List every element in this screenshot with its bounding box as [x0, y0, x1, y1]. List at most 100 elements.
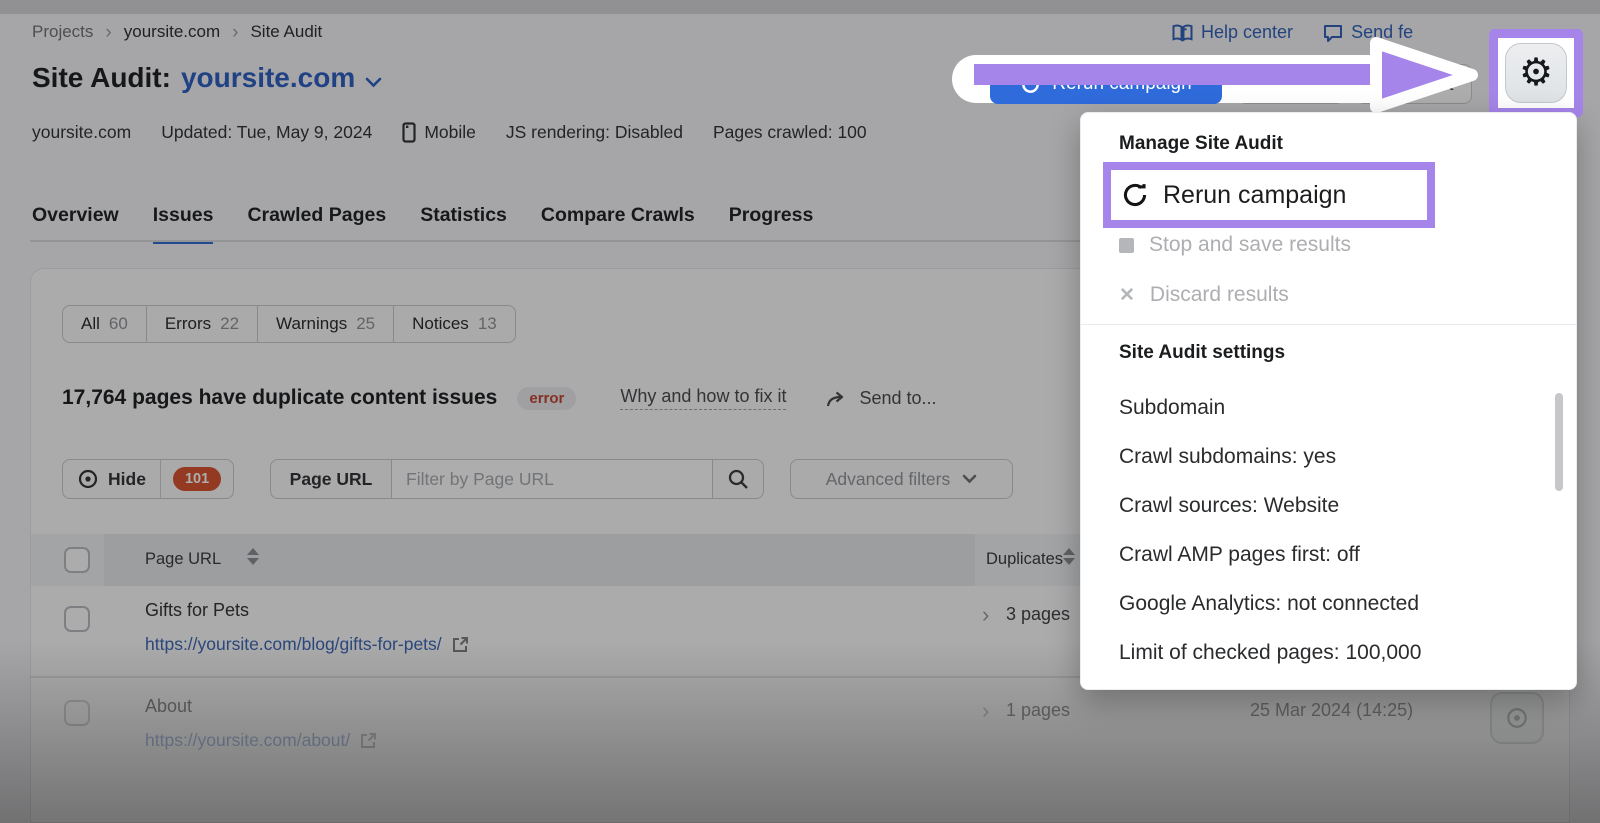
- chevron-down-icon[interactable]: [365, 77, 382, 88]
- menu-setting-page-limit[interactable]: Limit of checked pages: 100,000: [1119, 641, 1421, 665]
- hide-button[interactable]: Hide 101: [62, 459, 234, 499]
- meta-js-rendering: JS rendering: Disabled: [506, 122, 683, 143]
- tab-issues[interactable]: Issues: [153, 204, 214, 244]
- row-checkbox[interactable]: [64, 700, 90, 726]
- row-duplicates: 1 pages: [1006, 700, 1070, 721]
- row-url[interactable]: https://yoursite.com/about/: [145, 730, 377, 751]
- breadcrumb-projects[interactable]: Projects: [32, 22, 93, 42]
- filter-warnings-label: Warnings: [276, 314, 347, 334]
- filter-errors-label: Errors: [165, 314, 211, 334]
- menu-stop-save[interactable]: Stop and save results: [1119, 233, 1351, 257]
- annotation-arrow-shaft: [974, 64, 1398, 85]
- filter-notices-label: Notices: [412, 314, 469, 334]
- title-prefix: Site Audit:: [32, 62, 171, 94]
- issue-headline: 17,764 pages have duplicate content issu…: [62, 386, 497, 410]
- page-title: Site Audit: yoursite.com: [32, 62, 382, 94]
- share-arrow-icon: [826, 389, 849, 408]
- filter-warnings-count: 25: [356, 314, 375, 334]
- meta-pages-crawled: Pages crawled: 100: [713, 122, 867, 143]
- meta-domain: yoursite.com: [32, 122, 131, 143]
- book-icon: [1172, 24, 1193, 42]
- stop-icon: [1119, 238, 1134, 253]
- filter-warnings[interactable]: Warnings 25: [257, 306, 393, 342]
- breadcrumb: Projects › yoursite.com › Site Audit: [32, 22, 322, 42]
- chevron-down-icon: [962, 474, 977, 484]
- settings-highlight-box: ⚙: [1489, 29, 1583, 117]
- filter-errors[interactable]: Errors 22: [146, 306, 257, 342]
- row-title: Gifts for Pets: [145, 600, 249, 621]
- tab-overview[interactable]: Overview: [32, 204, 119, 244]
- menu-stop-label: Stop and save results: [1149, 233, 1351, 257]
- sort-icon[interactable]: [247, 548, 259, 565]
- page-url-filter-label: Page URL: [270, 459, 392, 499]
- eye-icon: [77, 468, 99, 490]
- severity-badge: error: [517, 387, 576, 410]
- external-link-icon: [452, 636, 469, 653]
- menu-setting-crawl-amp[interactable]: Crawl AMP pages first: off: [1119, 543, 1360, 567]
- table-header-pageurl-cell[interactable]: [104, 534, 975, 586]
- tab-compare-crawls[interactable]: Compare Crawls: [541, 204, 695, 244]
- row-url-text: https://yoursite.com/blog/gifts-for-pets…: [145, 634, 442, 655]
- site-audit-page: Projects › yoursite.com › Site Audit Hel…: [0, 0, 1600, 823]
- x-icon: ✕: [1119, 286, 1135, 305]
- select-all-checkbox[interactable]: [64, 547, 90, 573]
- tab-bar: Overview Issues Crawled Pages Statistics…: [32, 204, 813, 244]
- filter-all-count: 60: [109, 314, 128, 334]
- issue-row: 17,764 pages have duplicate content issu…: [62, 386, 937, 410]
- help-center-label: Help center: [1201, 22, 1293, 43]
- tab-progress[interactable]: Progress: [729, 204, 814, 244]
- help-center-link[interactable]: Help center: [1172, 22, 1293, 43]
- menu-rerun-label: Rerun campaign: [1163, 181, 1346, 210]
- settings-button[interactable]: ⚙: [1505, 43, 1567, 103]
- meta-updated: Updated: Tue, May 9, 2024: [161, 122, 372, 143]
- expand-chevron-icon[interactable]: ›: [982, 698, 989, 724]
- menu-setting-crawl-sources[interactable]: Crawl sources: Website: [1119, 494, 1339, 518]
- menu-discard[interactable]: ✕ Discard results: [1119, 283, 1289, 307]
- filter-all-label: All: [81, 314, 100, 334]
- menu-discard-label: Discard results: [1150, 283, 1289, 307]
- row-hide-button[interactable]: [1490, 692, 1544, 744]
- filter-notices-count: 13: [478, 314, 497, 334]
- menu-scrollbar[interactable]: [1555, 393, 1563, 491]
- advanced-filters-label: Advanced filters: [826, 469, 951, 490]
- menu-setting-subdomain[interactable]: Subdomain: [1119, 396, 1225, 420]
- tab-crawled-pages[interactable]: Crawled Pages: [247, 204, 386, 244]
- menu-divider: [1081, 324, 1576, 325]
- why-fix-link[interactable]: Why and how to fix it: [620, 386, 786, 410]
- send-to-label: Send to...: [859, 388, 936, 409]
- advanced-filters-button[interactable]: Advanced filters: [790, 459, 1013, 499]
- eye-icon: [1505, 706, 1529, 730]
- row-url-text: https://yoursite.com/about/: [145, 730, 350, 751]
- title-domain[interactable]: yoursite.com: [181, 62, 355, 94]
- row-url[interactable]: https://yoursite.com/blog/gifts-for-pets…: [145, 634, 469, 655]
- chat-bubble-icon: [1323, 24, 1343, 42]
- audit-meta: yoursite.com Updated: Tue, May 9, 2024 M…: [32, 122, 867, 143]
- page-url-filter: Page URL: [270, 459, 764, 499]
- page-url-filter-input[interactable]: [392, 459, 713, 499]
- breadcrumb-domain[interactable]: yoursite.com: [124, 22, 220, 42]
- row-checkbox[interactable]: [64, 606, 90, 632]
- hide-count-badge: 101: [173, 467, 221, 491]
- row-duplicates: 3 pages: [1006, 604, 1070, 625]
- send-to-link[interactable]: Send to...: [826, 388, 936, 409]
- search-button[interactable]: [713, 459, 764, 499]
- chevron-right-icon: ›: [232, 23, 238, 42]
- filter-notices[interactable]: Notices 13: [393, 306, 515, 342]
- row-date: 25 Mar 2024 (14:25): [1250, 700, 1413, 721]
- chevron-right-icon: ›: [105, 23, 111, 42]
- breadcrumb-site-audit: Site Audit: [250, 22, 322, 42]
- meta-device-label: Mobile: [424, 122, 476, 143]
- annotation-arrow-head: [1368, 34, 1486, 116]
- mobile-phone-icon: [402, 122, 416, 143]
- external-link-icon: [360, 732, 377, 749]
- sort-icon[interactable]: [1063, 548, 1075, 565]
- search-icon: [727, 468, 749, 490]
- column-header-page-url[interactable]: Page URL: [145, 550, 221, 569]
- filter-all[interactable]: All 60: [63, 306, 146, 342]
- tab-statistics[interactable]: Statistics: [420, 204, 507, 244]
- expand-chevron-icon[interactable]: ›: [982, 602, 989, 628]
- menu-setting-google-analytics[interactable]: Google Analytics: not connected: [1119, 592, 1419, 616]
- menu-setting-crawl-subdomains[interactable]: Crawl subdomains: yes: [1119, 445, 1336, 469]
- menu-rerun-campaign[interactable]: Rerun campaign: [1103, 162, 1435, 228]
- column-header-duplicates[interactable]: Duplicates: [986, 550, 1063, 569]
